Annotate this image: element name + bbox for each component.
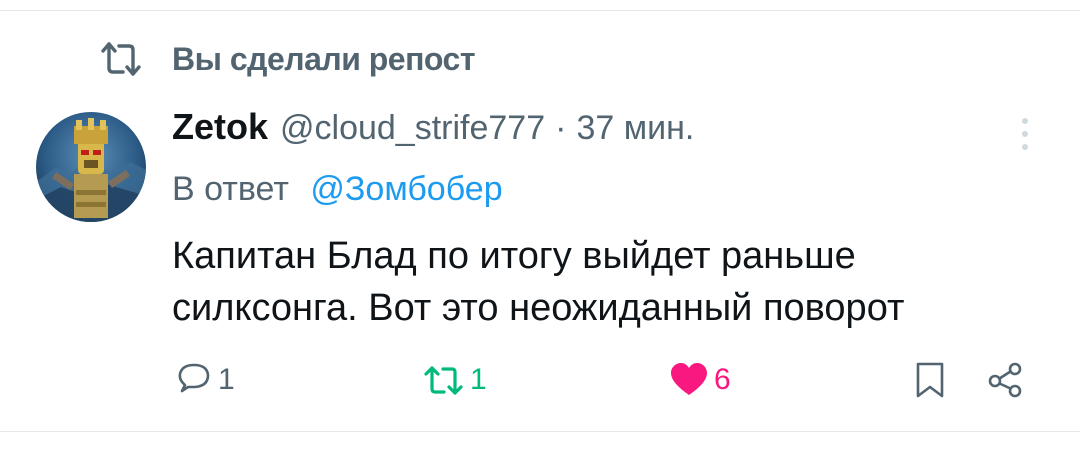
reply-mention-link[interactable]: @Зомбобер xyxy=(310,170,502,208)
share-button[interactable] xyxy=(986,360,1026,400)
avatar[interactable] xyxy=(36,112,146,222)
tweet-text: Капитан Блад по итогу выйдет раньше силк… xyxy=(172,230,1032,334)
bookmark-button[interactable] xyxy=(912,360,948,400)
timestamp[interactable]: 37 мин. xyxy=(576,109,694,148)
separator-dot: · xyxy=(555,109,567,147)
reply-prefix: В ответ xyxy=(172,170,289,208)
author-display-name[interactable]: Zetok xyxy=(172,106,268,148)
like-count: 6 xyxy=(714,363,731,396)
repost-icon xyxy=(100,38,142,80)
author-row: Zetok @cloud_strife777 · 37 мин. xyxy=(172,106,694,148)
like-button[interactable]: 6 xyxy=(668,360,731,400)
heart-icon xyxy=(671,363,707,395)
bookmark-icon xyxy=(916,362,944,398)
reply-button[interactable]: 1 xyxy=(174,360,235,400)
retweet-button[interactable]: 1 xyxy=(422,360,487,400)
repost-label: Вы сделали репост xyxy=(172,40,476,77)
retweet-icon xyxy=(424,366,463,395)
share-icon xyxy=(988,362,1022,398)
more-vertical-icon xyxy=(1022,118,1028,150)
retweet-count: 1 xyxy=(470,363,487,396)
author-handle[interactable]: @cloud_strife777 xyxy=(280,109,545,148)
tweet-text-line: силксонга. Вот это неожиданный поворот xyxy=(172,287,905,329)
more-options-button[interactable] xyxy=(1008,114,1042,154)
repost-banner: Вы сделали репост xyxy=(100,38,476,80)
divider-top xyxy=(0,10,1080,11)
reply-context: В ответ @Зомбобер xyxy=(172,170,503,209)
divider-bottom xyxy=(0,431,1080,432)
tweet-text-line: Капитан Блад по итогу выйдет раньше xyxy=(172,235,856,277)
reply-count: 1 xyxy=(218,363,235,396)
reply-icon xyxy=(178,363,210,393)
tweet-card[interactable]: Вы сделали репост Zetok @cloud_strife777… xyxy=(0,0,1080,453)
avatar-image xyxy=(36,112,146,222)
